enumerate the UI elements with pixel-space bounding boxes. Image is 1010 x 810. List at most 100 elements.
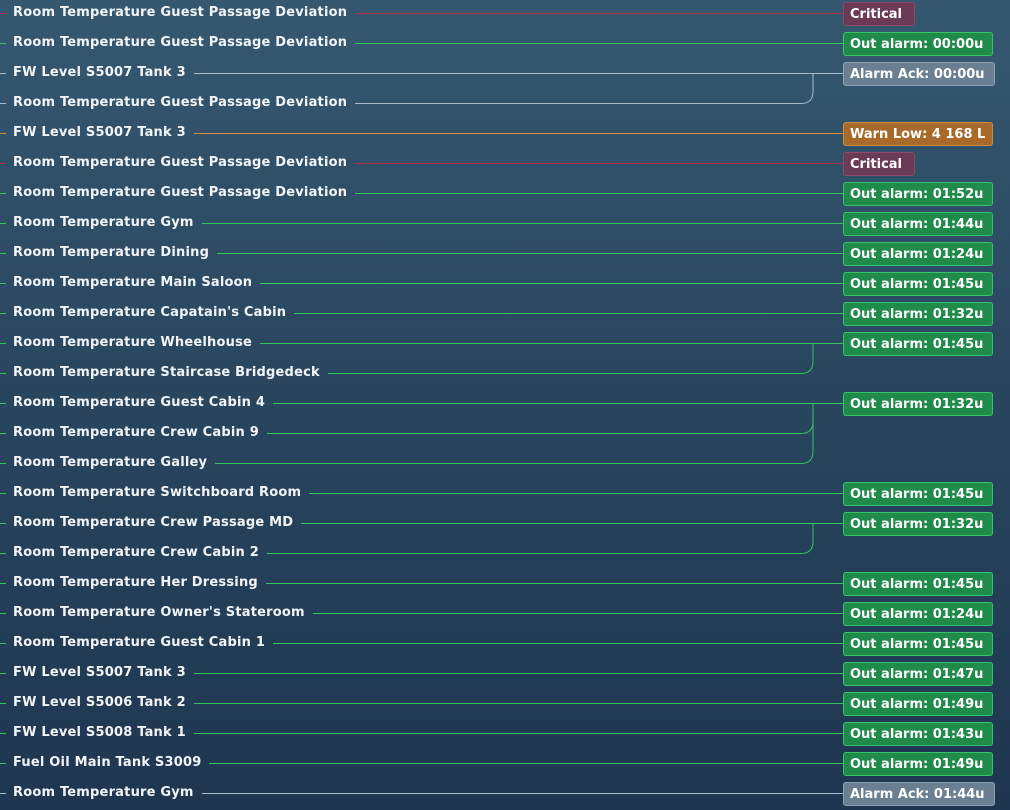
alarm-row[interactable]: Room Temperature Guest Passage Deviation… <box>0 150 1010 180</box>
alarm-row[interactable]: Room Temperature Switchboard Room Out ala… <box>0 480 1010 510</box>
status-badge-out[interactable]: Out alarm: 01:52u <box>843 182 993 206</box>
row-tick <box>0 283 6 284</box>
alarm-row[interactable]: Room Temperature Gym Out alarm: 01:44u <box>0 210 1010 240</box>
status-badge-out[interactable]: Out alarm: 01:43u <box>843 722 993 746</box>
alarm-label: Room Temperature Wheelhouse <box>13 335 253 350</box>
alarm-row[interactable]: Room Temperature Guest Passage Deviation… <box>0 0 1010 30</box>
alarm-label: Room Temperature Owner's Stateroom <box>13 605 305 620</box>
alarm-row[interactable]: Room Temperature Guest Passage Deviation <box>0 90 1010 120</box>
alarm-label: Room Temperature Crew Passage MD <box>13 515 294 530</box>
alarm-row[interactable]: Room Temperature Galley <box>0 450 1010 480</box>
row-tick <box>0 553 6 554</box>
alarm-label: FW Level S5007 Tank 3 <box>13 65 186 80</box>
status-badge-out[interactable]: Out alarm: 01:45u <box>843 632 993 656</box>
row-tick <box>0 43 6 44</box>
row-tick <box>0 643 6 644</box>
alarm-label: Room Temperature Guest Cabin 1 <box>13 635 266 650</box>
status-badge-critical[interactable]: Critical <box>843 2 915 26</box>
alarm-label: Room Temperature Crew Cabin 9 <box>13 425 259 440</box>
alarm-label: Room Temperature Gym <box>13 215 194 230</box>
row-tick <box>0 13 6 14</box>
status-badge-out[interactable]: Out alarm: 01:45u <box>843 482 993 506</box>
alarm-row[interactable]: Room Temperature Crew Cabin 9 <box>0 420 1010 450</box>
row-tick <box>0 403 6 404</box>
alarm-label: Room Temperature Dining <box>13 245 210 260</box>
alarm-row[interactable]: Room Temperature Her Dressing Out alarm: … <box>0 570 1010 600</box>
alarm-row[interactable]: FW Level S5006 Tank 2 Out alarm: 01:49u <box>0 690 1010 720</box>
alarm-row[interactable]: Room Temperature Gym Alarm Ack: 01:44u <box>0 780 1010 810</box>
alarm-row[interactable]: Room Temperature Staircase Bridgedeck <box>0 360 1010 390</box>
alarm-label: Room Temperature Guest Passage Deviation <box>13 95 348 110</box>
status-badge-out[interactable]: Out alarm: 01:32u <box>843 512 993 536</box>
alarm-label: Room Temperature Guest Passage Deviation <box>13 155 348 170</box>
row-tick <box>0 103 6 104</box>
alarm-label: Fuel Oil Main Tank S3009 <box>13 755 202 770</box>
status-badge-out[interactable]: Out alarm: 01:49u <box>843 692 993 716</box>
alarm-row[interactable]: Room Temperature Crew Passage MD Out alar… <box>0 510 1010 540</box>
alarm-row[interactable]: FW Level S5007 Tank 3 Warn Low: 4 168 L <box>0 120 1010 150</box>
alarm-label: Room Temperature Guest Passage Deviation <box>13 35 348 50</box>
status-badge-critical[interactable]: Critical <box>843 152 915 176</box>
alarm-row[interactable]: Room Temperature Crew Cabin 2 <box>0 540 1010 570</box>
row-tick <box>0 523 6 524</box>
row-tick <box>0 583 6 584</box>
status-badge-out[interactable]: Out alarm: 01:49u <box>843 752 993 776</box>
status-badge-out[interactable]: Out alarm: 01:45u <box>843 572 993 596</box>
row-tick <box>0 73 6 74</box>
alarm-row[interactable]: FW Level S5007 Tank 3 Out alarm: 01:47u <box>0 660 1010 690</box>
status-badge-ack[interactable]: Alarm Ack: 00:00u <box>843 62 995 86</box>
row-tick <box>0 223 6 224</box>
alarm-label: Room Temperature Staircase Bridgedeck <box>13 365 320 380</box>
row-tick <box>0 253 6 254</box>
row-tick <box>0 493 6 494</box>
alarm-row[interactable]: Room Temperature Guest Cabin 1 Out alarm:… <box>0 630 1010 660</box>
status-badge-out[interactable]: Out alarm: 01:45u <box>843 332 993 356</box>
alarm-label: Room Temperature Galley <box>13 455 208 470</box>
alarm-row[interactable]: Room Temperature Guest Cabin 4 Out alarm:… <box>0 390 1010 420</box>
row-tick <box>0 373 6 374</box>
alarm-label: FW Level S5008 Tank 1 <box>13 725 186 740</box>
alarm-row[interactable]: Fuel Oil Main Tank S3009 Out alarm: 01:49… <box>0 750 1010 780</box>
alarm-label: Room Temperature Main Saloon <box>13 275 253 290</box>
row-tick <box>0 733 6 734</box>
row-tick <box>0 463 6 464</box>
alarm-row[interactable]: Room Temperature Main Saloon Out alarm: 0… <box>0 270 1010 300</box>
row-tick <box>0 133 6 134</box>
status-badge-ack[interactable]: Alarm Ack: 01:44u <box>843 782 995 806</box>
alarm-row[interactable]: FW Level S5008 Tank 1 Out alarm: 01:43u <box>0 720 1010 750</box>
status-badge-out[interactable]: Out alarm: 01:32u <box>843 302 993 326</box>
status-badge-out[interactable]: Out alarm: 01:47u <box>843 662 993 686</box>
row-tick <box>0 793 6 794</box>
status-badge-out[interactable]: Out alarm: 01:24u <box>843 602 993 626</box>
status-badge-out[interactable]: Out alarm: 01:24u <box>843 242 993 266</box>
alarm-row[interactable]: Room Temperature Capatain's Cabin Out ala… <box>0 300 1010 330</box>
alarm-label: Room Temperature Switchboard Room <box>13 485 302 500</box>
alarm-row[interactable]: Room Temperature Owner's Stateroom Out al… <box>0 600 1010 630</box>
row-tick <box>0 343 6 344</box>
alarm-label: Room Temperature Guest Passage Deviation <box>13 185 348 200</box>
alarm-row[interactable]: Room Temperature Guest Passage Deviation… <box>0 180 1010 210</box>
row-tick <box>0 163 6 164</box>
alarm-row[interactable]: Room Temperature Dining Out alarm: 01:24u <box>0 240 1010 270</box>
row-tick <box>0 763 6 764</box>
alarm-label: Room Temperature Guest Passage Deviation <box>13 5 348 20</box>
status-badge-out[interactable]: Out alarm: 00:00u <box>843 32 993 56</box>
alarm-label: Room Temperature Capatain's Cabin <box>13 305 287 320</box>
alarm-row[interactable]: FW Level S5007 Tank 3 Alarm Ack: 00:00u <box>0 60 1010 90</box>
status-badge-warn[interactable]: Warn Low: 4 168 L <box>843 122 993 146</box>
alarm-label: Room Temperature Her Dressing <box>13 575 258 590</box>
row-tick <box>0 433 6 434</box>
alarm-row[interactable]: Room Temperature Wheelhouse Out alarm: 01… <box>0 330 1010 360</box>
row-tick <box>0 313 6 314</box>
status-badge-out[interactable]: Out alarm: 01:45u <box>843 272 993 296</box>
alarm-label: FW Level S5006 Tank 2 <box>13 695 186 710</box>
alarm-label: Room Temperature Guest Cabin 4 <box>13 395 266 410</box>
alarm-label: Room Temperature Gym <box>13 785 194 800</box>
alarm-list: Room Temperature Guest Passage Deviation… <box>0 0 1010 810</box>
status-badge-out[interactable]: Out alarm: 01:44u <box>843 212 993 236</box>
alarm-row[interactable]: Room Temperature Guest Passage Deviation… <box>0 30 1010 60</box>
row-tick <box>0 613 6 614</box>
row-tick <box>0 703 6 704</box>
status-badge-out[interactable]: Out alarm: 01:32u <box>843 392 993 416</box>
row-tick <box>0 673 6 674</box>
